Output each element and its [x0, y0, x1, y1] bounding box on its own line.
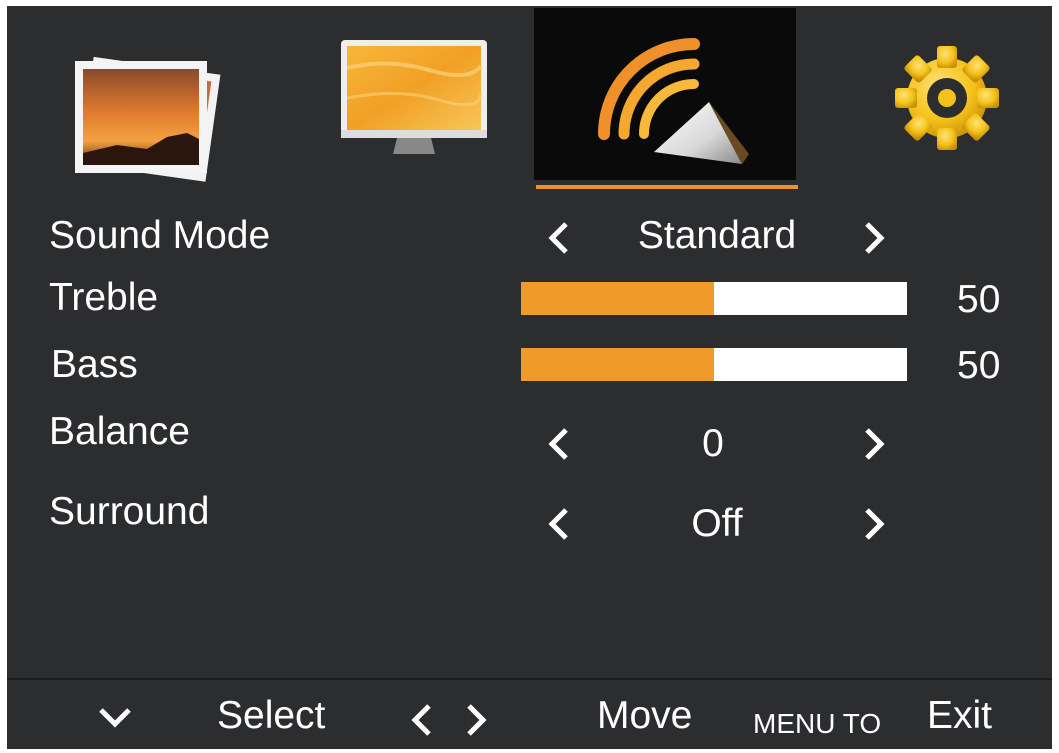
- surround-right-arrow[interactable]: [857, 502, 891, 546]
- sound-mode-value: Standard: [637, 214, 797, 257]
- chevron-down-icon: [99, 708, 131, 728]
- chevron-right-icon: [865, 508, 885, 540]
- footer-select-label: Select: [217, 694, 326, 737]
- chevron-left-icon: [548, 222, 568, 254]
- tab-picture[interactable]: [47, 8, 227, 188]
- sound-mode-left-arrow[interactable]: [542, 216, 576, 260]
- bass-slider-fill: [521, 348, 714, 381]
- footer-menu-to-label: MENU TO: [753, 708, 882, 739]
- tab-sound[interactable]: [534, 8, 796, 188]
- active-tab-underline: [536, 185, 798, 189]
- tab-display[interactable]: [327, 8, 507, 188]
- bass-value: 50: [957, 344, 1001, 387]
- footer-hint-bar: Select Move MENU TO Exit: [7, 678, 1052, 749]
- surround-label: Surround: [49, 490, 210, 533]
- chevron-right-icon: [467, 704, 487, 736]
- chevron-right-icon: [865, 428, 885, 460]
- treble-value: 50: [957, 278, 1001, 321]
- gear-icon: [895, 46, 999, 150]
- bass-label: Bass: [51, 343, 138, 386]
- surround-left-arrow[interactable]: [542, 502, 576, 546]
- footer-move-label: Move: [597, 694, 693, 737]
- sound-mode-right-arrow[interactable]: [857, 216, 891, 260]
- balance-left-arrow[interactable]: [542, 422, 576, 466]
- osd-menu: Sound Mode Standard Treble 50 Bass 50 Ba…: [7, 6, 1052, 749]
- chevron-right-icon: [865, 222, 885, 254]
- treble-slider-fill: [521, 282, 714, 315]
- balance-value: 0: [702, 422, 724, 465]
- balance-right-arrow[interactable]: [857, 422, 891, 466]
- tab-setup[interactable]: [867, 8, 1027, 188]
- footer-exit-label: Exit: [927, 694, 993, 737]
- treble-slider[interactable]: [521, 282, 907, 315]
- photos-icon: [75, 56, 221, 182]
- sound-mode-label: Sound Mode: [49, 214, 271, 257]
- chevron-left-icon: [411, 704, 431, 736]
- surround-value: Off: [691, 502, 743, 545]
- treble-label: Treble: [49, 276, 159, 319]
- chevron-left-icon: [548, 428, 568, 460]
- monitor-icon: [341, 40, 487, 154]
- balance-label: Balance: [49, 410, 190, 453]
- chevron-left-icon: [548, 508, 568, 540]
- sound-icon: [598, 38, 749, 164]
- bass-slider[interactable]: [521, 348, 907, 381]
